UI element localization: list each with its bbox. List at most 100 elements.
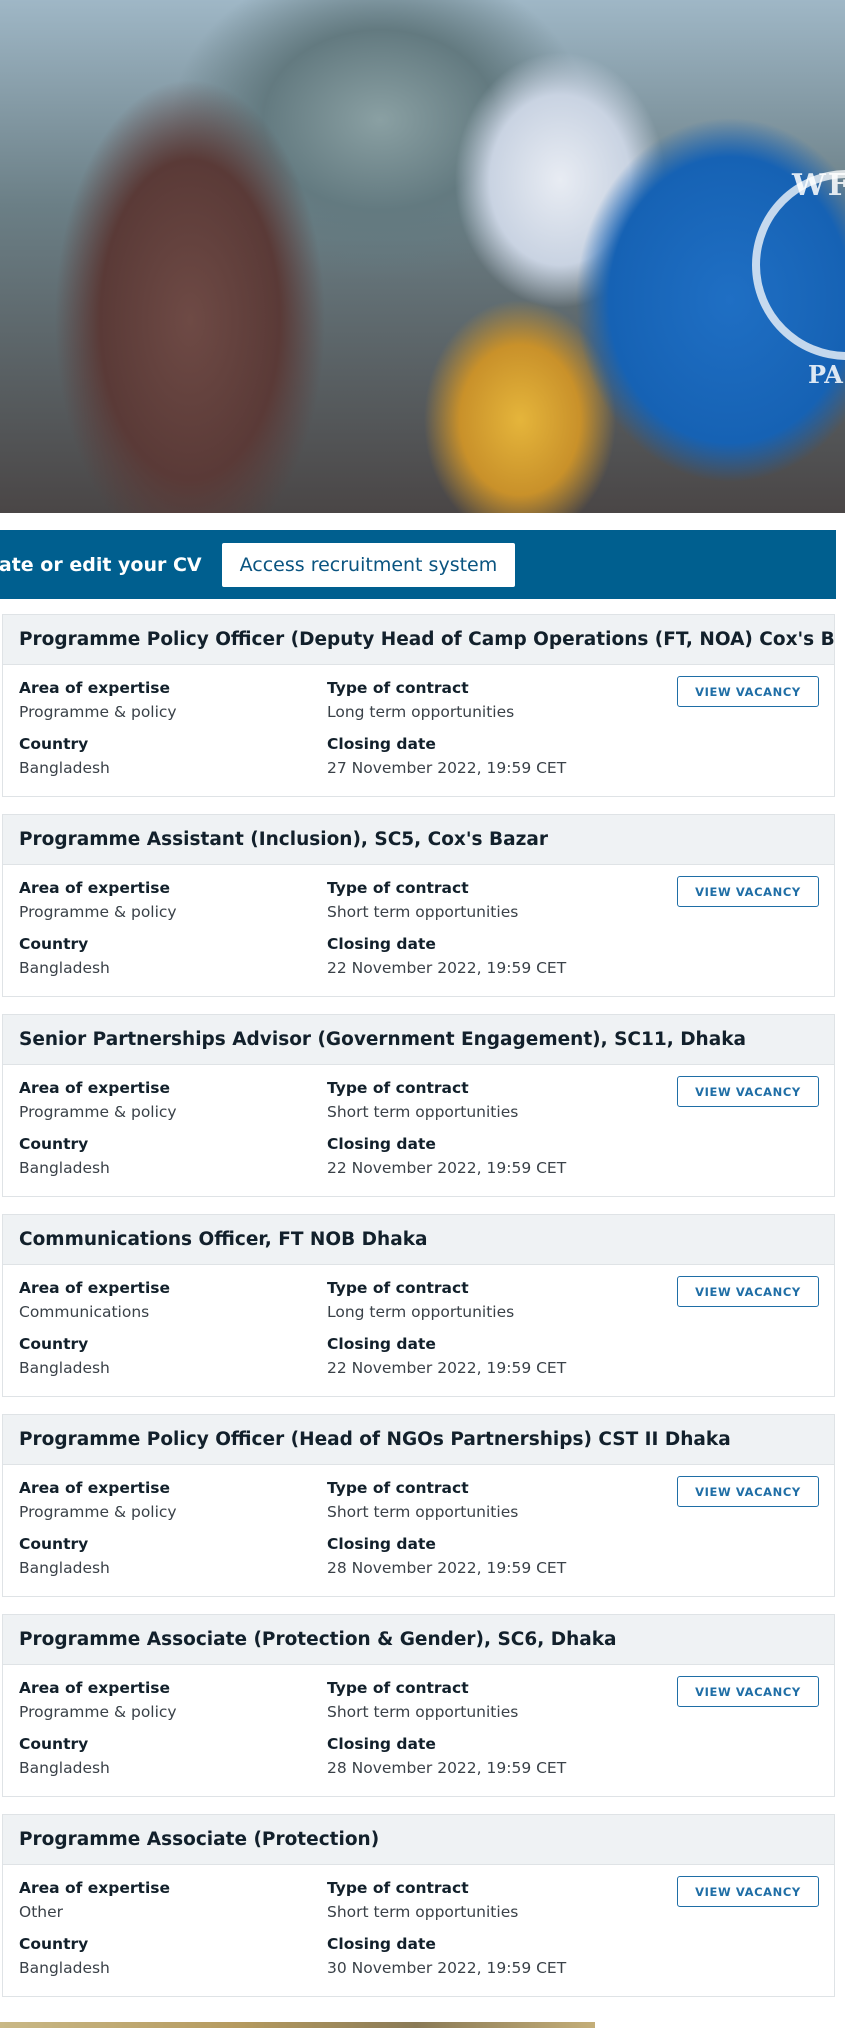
contract-label: Type of contract: [327, 1279, 469, 1297]
area-value: Programme & policy: [19, 903, 177, 921]
contract-field: Type of contract Long term opportunities: [327, 678, 514, 723]
contract-value: Short term opportunities: [327, 903, 519, 921]
view-vacancy-button[interactable]: VIEW VACANCY: [677, 1076, 819, 1107]
closing-label: Closing date: [327, 935, 436, 953]
country-label: Country: [19, 1735, 89, 1753]
job-card: Programme Policy Officer (Deputy Head of…: [2, 614, 835, 797]
area-value: Programme & policy: [19, 1503, 177, 1521]
job-title[interactable]: Programme Policy Officer (Deputy Head of…: [3, 615, 834, 665]
contract-label: Type of contract: [327, 1079, 469, 1097]
area-field: Area of expertise Programme & policy: [19, 1478, 177, 1523]
area-field: Area of expertise Programme & policy: [19, 1678, 177, 1723]
job-list: Programme Policy Officer (Deputy Head of…: [2, 614, 835, 2014]
contract-label: Type of contract: [327, 1679, 469, 1697]
contract-field: Type of contract Short term opportunitie…: [327, 878, 518, 923]
area-field: Area of expertise Other: [19, 1878, 170, 1923]
job-details: Area of expertise Programme & policy Typ…: [3, 1465, 834, 1597]
country-value: Bangladesh: [19, 1559, 110, 1577]
closing-value: 22 November 2022, 19:59 CET: [327, 959, 567, 977]
contract-value: Short term opportunities: [327, 1703, 519, 1721]
create-cv-link[interactable]: eate or edit your CV: [0, 554, 202, 576]
job-details: Area of expertise Programme & policy Typ…: [3, 1665, 834, 1797]
job-title[interactable]: Programme Associate (Protection): [3, 1815, 834, 1865]
job-card: Programme Assistant (Inclusion), SC5, Co…: [2, 814, 835, 997]
contract-field: Type of contract Short term opportunitie…: [327, 1078, 518, 1123]
closing-label: Closing date: [327, 1335, 436, 1353]
area-value: Programme & policy: [19, 1103, 177, 1121]
area-field: Area of expertise Communications: [19, 1278, 170, 1323]
country-value: Bangladesh: [19, 1759, 110, 1777]
shirt-logo-letters: WF: [792, 168, 845, 203]
job-card: Programme Policy Officer (Head of NGOs P…: [2, 1414, 835, 1597]
country-label: Country: [19, 1935, 89, 1953]
closing-value: 28 November 2022, 19:59 CET: [327, 1559, 567, 1577]
closing-field: Closing date 30 November 2022, 19:59 CET: [327, 1934, 566, 1979]
closing-field: Closing date 27 November 2022, 19:59 CET: [327, 734, 566, 779]
job-card: Communications Officer, FT NOB Dhaka Are…: [2, 1214, 835, 1397]
view-vacancy-button[interactable]: VIEW VACANCY: [677, 1676, 819, 1707]
country-label: Country: [19, 1335, 89, 1353]
contract-label: Type of contract: [327, 879, 469, 897]
job-title[interactable]: Programme Assistant (Inclusion), SC5, Co…: [3, 815, 834, 865]
view-vacancy-button[interactable]: VIEW VACANCY: [677, 676, 819, 707]
country-value: Bangladesh: [19, 759, 110, 777]
job-details: Area of expertise Programme & policy Typ…: [3, 865, 834, 997]
hero-image: WF PA: [0, 0, 845, 513]
country-field: Country Bangladesh: [19, 1934, 110, 1979]
contract-value: Short term opportunities: [327, 1503, 519, 1521]
country-label: Country: [19, 1135, 89, 1153]
area-label: Area of expertise: [19, 1079, 171, 1097]
country-value: Bangladesh: [19, 1359, 110, 1377]
view-vacancy-button[interactable]: VIEW VACANCY: [677, 876, 819, 907]
view-vacancy-button[interactable]: VIEW VACANCY: [677, 1276, 819, 1307]
contract-value: Short term opportunities: [327, 1903, 519, 1921]
cv-banner: eate or edit your CV Access recruitment …: [0, 530, 836, 599]
country-field: Country Bangladesh: [19, 734, 110, 779]
closing-value: 30 November 2022, 19:59 CET: [327, 1959, 567, 1977]
area-value: Programme & policy: [19, 1703, 177, 1721]
access-recruitment-button[interactable]: Access recruitment system: [221, 542, 516, 587]
contract-label: Type of contract: [327, 1479, 469, 1497]
view-vacancy-button[interactable]: VIEW VACANCY: [677, 1876, 819, 1907]
contract-value: Short term opportunities: [327, 1103, 519, 1121]
area-value: Communications: [19, 1303, 150, 1321]
country-field: Country Bangladesh: [19, 1534, 110, 1579]
job-title[interactable]: Programme Associate (Protection & Gender…: [3, 1615, 834, 1665]
country-value: Bangladesh: [19, 1159, 110, 1177]
closing-value: 22 November 2022, 19:59 CET: [327, 1359, 567, 1377]
job-title[interactable]: Senior Partnerships Advisor (Government …: [3, 1015, 834, 1065]
country-field: Country Bangladesh: [19, 1134, 110, 1179]
closing-field: Closing date 22 November 2022, 19:59 CET: [327, 1334, 566, 1379]
country-label: Country: [19, 1535, 89, 1553]
area-label: Area of expertise: [19, 879, 171, 897]
closing-label: Closing date: [327, 735, 436, 753]
area-value: Other: [19, 1903, 64, 1921]
country-value: Bangladesh: [19, 959, 110, 977]
area-value: Programme & policy: [19, 703, 177, 721]
area-field: Area of expertise Programme & policy: [19, 878, 177, 923]
contract-value: Long term opportunities: [327, 1303, 515, 1321]
job-details: Area of expertise Programme & policy Typ…: [3, 665, 834, 797]
contract-value: Long term opportunities: [327, 703, 515, 721]
area-label: Area of expertise: [19, 1879, 171, 1897]
closing-label: Closing date: [327, 1135, 436, 1153]
shirt-logo-letters-bottom: PA: [808, 360, 843, 389]
job-details: Area of expertise Other Type of contract…: [3, 1865, 834, 1997]
contract-field: Type of contract Short term opportunitie…: [327, 1878, 518, 1923]
job-title[interactable]: Programme Policy Officer (Head of NGOs P…: [3, 1415, 834, 1465]
closing-value: 22 November 2022, 19:59 CET: [327, 1159, 567, 1177]
job-card: Senior Partnerships Advisor (Government …: [2, 1014, 835, 1197]
country-label: Country: [19, 935, 89, 953]
closing-value: 28 November 2022, 19:59 CET: [327, 1759, 567, 1777]
area-field: Area of expertise Programme & policy: [19, 1078, 177, 1123]
job-details: Area of expertise Programme & policy Typ…: [3, 1065, 834, 1197]
contract-field: Type of contract Short term opportunitie…: [327, 1478, 518, 1523]
job-title[interactable]: Communications Officer, FT NOB Dhaka: [3, 1215, 834, 1265]
closing-field: Closing date 28 November 2022, 19:59 CET: [327, 1734, 566, 1779]
area-field: Area of expertise Programme & policy: [19, 678, 177, 723]
closing-field: Closing date 28 November 2022, 19:59 CET: [327, 1534, 566, 1579]
view-vacancy-button[interactable]: VIEW VACANCY: [677, 1476, 819, 1507]
closing-label: Closing date: [327, 1735, 436, 1753]
contract-label: Type of contract: [327, 679, 469, 697]
closing-value: 27 November 2022, 19:59 CET: [327, 759, 567, 777]
